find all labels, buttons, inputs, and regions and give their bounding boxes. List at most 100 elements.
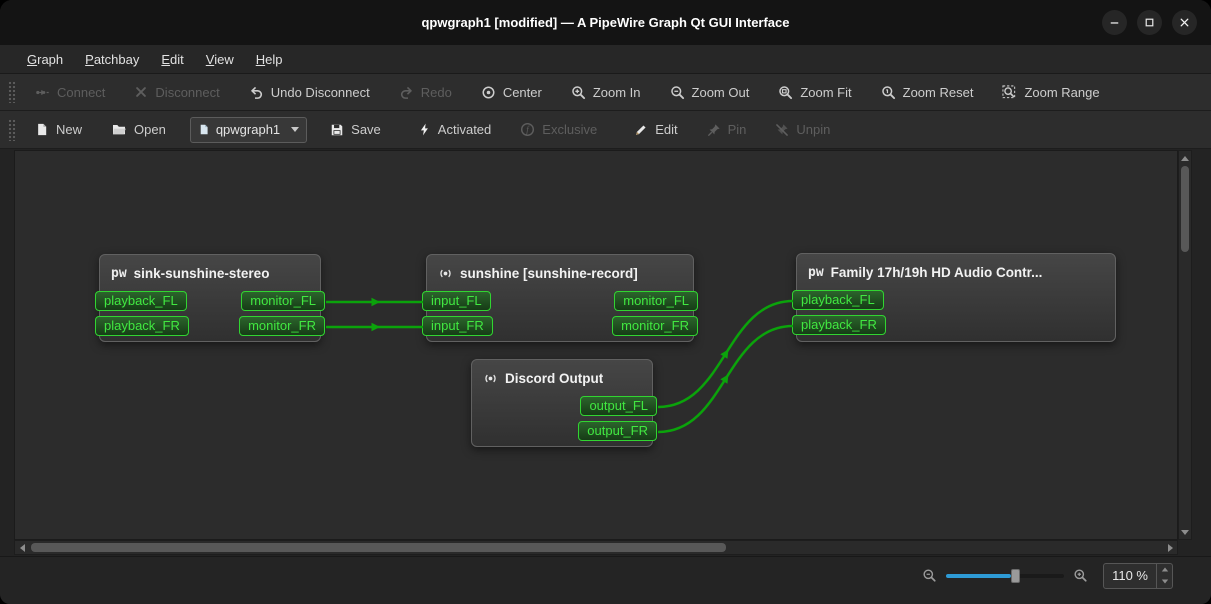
redo-label: Redo <box>420 84 452 100</box>
port-playback-fr[interactable]: playback_FR <box>95 316 189 336</box>
patchbay-toolbar: New Open qpwgraph1 Save Activated f Excl… <box>0 111 1211 149</box>
spin-arrows <box>1156 563 1172 588</box>
exclusive-toggle[interactable]: f Exclusive <box>511 117 606 142</box>
graph-toolbar: Connect Disconnect Undo Disconnect Redo … <box>0 74 1211 111</box>
center-label: Center <box>502 84 542 100</box>
redo-icon <box>399 85 414 100</box>
center-button[interactable]: Center <box>472 80 551 105</box>
port-playback-fl[interactable]: playback_FL <box>792 290 884 310</box>
port-monitor-fr[interactable]: monitor_FR <box>612 316 698 336</box>
scroll-right-button[interactable] <box>1163 541 1177 554</box>
menu-edit[interactable]: Edit <box>150 48 194 71</box>
undo-disconnect-label: Undo Disconnect <box>270 84 370 100</box>
vertical-scrollbar[interactable] <box>1178 150 1192 540</box>
f-circle-icon: f <box>520 122 535 137</box>
open-label: Open <box>134 122 166 137</box>
port-playback-fl[interactable]: playback_FL <box>95 291 187 311</box>
node-discord-output[interactable]: Discord Output output_FL output_FR <box>471 359 657 447</box>
undo-disconnect-button[interactable]: Undo Disconnect <box>240 80 379 105</box>
port-monitor-fl[interactable]: monitor_FL <box>241 291 325 311</box>
zoom-decrement-button[interactable] <box>1157 576 1172 588</box>
zoom-out-icon <box>670 85 685 100</box>
connect-icon <box>35 85 50 100</box>
connect-button[interactable]: Connect <box>26 80 114 105</box>
save-floppy-icon <box>330 123 344 137</box>
vertical-scroll-thumb[interactable] <box>1181 166 1189 252</box>
statusbar: 110 % <box>0 556 1211 604</box>
undo-icon <box>249 85 264 100</box>
edit-label: Edit <box>655 122 678 137</box>
zoom-value[interactable]: 110 % <box>1104 564 1156 588</box>
port-output-fr[interactable]: output_FR <box>578 421 657 441</box>
lightning-bolt-icon <box>418 122 431 137</box>
application-icon <box>438 266 453 281</box>
zoom-increment-button[interactable] <box>1157 564 1172 576</box>
pin-button[interactable]: Pin <box>698 117 756 142</box>
scroll-left-button[interactable] <box>15 541 29 554</box>
arrow-up-icon <box>1161 567 1168 572</box>
zoom-controls: 110 % <box>922 562 1173 589</box>
patchbay-profile-combobox[interactable]: qpwgraph1 <box>189 116 308 143</box>
node-sink-sunshine-stereo[interactable]: pw sink-sunshine-stereo playback_FL play… <box>95 254 325 342</box>
maximize-button[interactable] <box>1137 10 1162 35</box>
workarea: pw sink-sunshine-stereo playback_FL play… <box>0 149 1211 556</box>
port-monitor-fr[interactable]: monitor_FR <box>239 316 325 336</box>
open-button[interactable]: Open <box>102 117 175 142</box>
port-monitor-fl[interactable]: monitor_FL <box>614 291 698 311</box>
zoom-out-button[interactable]: Zoom Out <box>661 80 759 105</box>
unpin-label: Unpin <box>796 122 831 137</box>
disconnect-label: Disconnect <box>155 84 220 100</box>
redo-button[interactable]: Redo <box>390 80 461 105</box>
titlebar[interactable]: qpwgraph1 [modified] — A PipeWire Graph … <box>0 0 1211 45</box>
disconnect-button[interactable]: Disconnect <box>125 80 228 105</box>
activated-toggle[interactable]: Activated <box>409 117 500 142</box>
zoom-slider-thumb[interactable] <box>1010 568 1020 583</box>
chevron-down-icon <box>291 127 300 132</box>
port-playback-fr[interactable]: playback_FR <box>792 315 886 335</box>
arrow-right-icon <box>1167 543 1173 552</box>
pushpin-crossed-icon <box>775 123 789 137</box>
minimize-button[interactable] <box>1102 10 1127 35</box>
profile-value: qpwgraph1 <box>215 122 281 137</box>
svg-text:f: f <box>527 125 531 135</box>
port-output-fl[interactable]: output_FL <box>580 396 657 416</box>
scroll-up-button[interactable] <box>1179 151 1191 165</box>
pin-label: Pin <box>727 122 747 137</box>
zoom-in-icon <box>571 85 586 100</box>
zoom-spinbox[interactable]: 110 % <box>1103 562 1173 589</box>
open-folder-icon <box>111 122 127 137</box>
node-sunshine-record[interactable]: sunshine [sunshine-record] input_FL inpu… <box>422 254 698 342</box>
close-button[interactable] <box>1172 10 1197 35</box>
zoom-range-button[interactable]: Zoom Range <box>993 80 1108 105</box>
zoom-fit-button[interactable]: Zoom Fit <box>769 80 860 105</box>
zoom-reset-label: Zoom Reset <box>902 84 974 100</box>
zoom-out-small-icon[interactable] <box>922 568 937 583</box>
menu-help[interactable]: Help <box>245 48 294 71</box>
edit-button[interactable]: Edit <box>625 117 686 142</box>
new-button[interactable]: New <box>26 117 91 142</box>
save-label: Save <box>351 122 381 137</box>
node-family-hd-audio[interactable]: pw Family 17h/19h HD Audio Contr... play… <box>792 253 1116 342</box>
toolbar-drag-handle[interactable] <box>8 118 16 141</box>
window-title: qpwgraph1 [modified] — A PipeWire Graph … <box>421 15 790 30</box>
zoom-slider[interactable] <box>946 568 1065 583</box>
port-input-fr[interactable]: input_FR <box>422 316 493 336</box>
zoom-reset-button[interactable]: Zoom Reset <box>872 80 983 105</box>
save-button[interactable]: Save <box>321 117 390 142</box>
node-header: pw sink-sunshine-stereo <box>100 255 320 291</box>
zoom-in-small-icon[interactable] <box>1073 568 1088 583</box>
graph-canvas[interactable]: pw sink-sunshine-stereo playback_FL play… <box>14 150 1178 540</box>
unpin-button[interactable]: Unpin <box>766 117 839 142</box>
port-input-fl[interactable]: input_FL <box>422 291 491 311</box>
scroll-down-button[interactable] <box>1179 525 1191 539</box>
menu-patchbay[interactable]: Patchbay <box>74 48 150 71</box>
menu-view[interactable]: View <box>195 48 245 71</box>
horizontal-scrollbar[interactable] <box>14 540 1178 555</box>
node-title: sink-sunshine-stereo <box>133 265 270 281</box>
connections-layer <box>325 297 794 434</box>
horizontal-scroll-thumb[interactable] <box>31 543 726 552</box>
toolbar-drag-handle[interactable] <box>8 81 16 103</box>
menu-graph[interactable]: Graph <box>16 48 74 71</box>
node-header: sunshine [sunshine-record] <box>427 255 693 291</box>
zoom-in-button[interactable]: Zoom In <box>562 80 650 105</box>
